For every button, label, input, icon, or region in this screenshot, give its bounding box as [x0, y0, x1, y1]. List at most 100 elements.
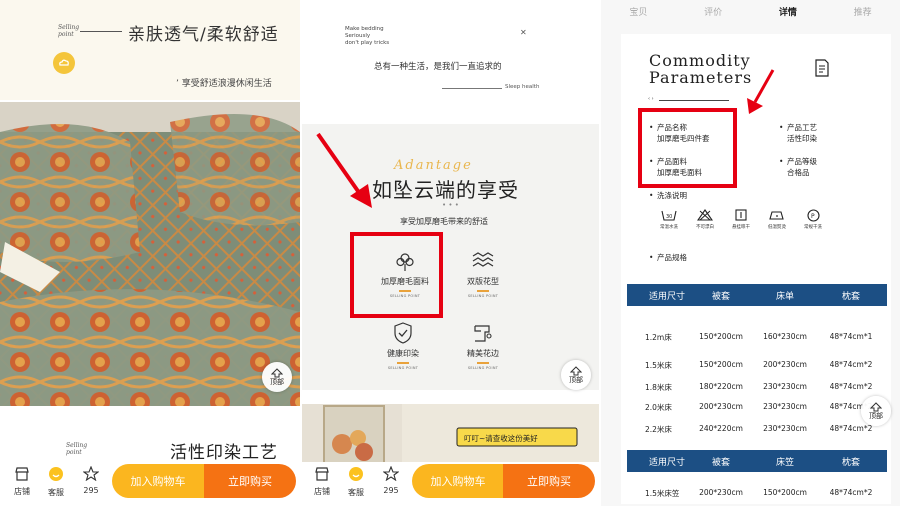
back-to-top-label: 顶部 [869, 412, 883, 420]
up-arrow-icon [271, 368, 283, 378]
store-button[interactable]: 店铺 [8, 466, 36, 497]
param-value: 合格品 [787, 168, 810, 177]
document-icon [814, 59, 830, 81]
param-grade: • 产品等级 合格品 [779, 157, 817, 177]
bedding-photo [0, 102, 300, 406]
wash-30-icon: 30 [651, 208, 687, 222]
intro-line-3: don't play tricks [345, 40, 390, 46]
bottom-action-bar: 店铺 客服 295 加入购物车 立即购买 [302, 462, 599, 506]
buy-now-button[interactable]: 立即购买 [204, 464, 296, 498]
smiley-service-icon [49, 467, 63, 481]
cell: 150*200cm [699, 332, 743, 341]
bottom-action-bar: 店铺 客服 295 加入购物车 立即购买 [0, 462, 300, 506]
col-header: 枕套 [841, 457, 860, 468]
param-value: 活性印染 [787, 134, 817, 143]
divider [80, 31, 122, 32]
cell: 150*200cm [699, 360, 743, 369]
dry-clean-icon: P [795, 208, 831, 222]
cell: 48*74cm*2 [829, 382, 873, 391]
store-button[interactable]: 店铺 [308, 466, 336, 497]
back-to-top-label: 顶部 [569, 376, 583, 384]
service-label: 客服 [348, 488, 364, 497]
highlight-box [350, 232, 443, 318]
service-button[interactable]: 客服 [42, 466, 70, 498]
accent-bar [477, 290, 489, 292]
wash-item: P 常规干洗 [795, 208, 831, 230]
detail-tabs: 宝贝 评价 详情 推荐 [601, 0, 900, 22]
cell: 160*230cm [763, 332, 807, 341]
store-icon [15, 467, 29, 481]
feature-label: 双版花型 [467, 277, 499, 286]
wash-item: 不可漂白 [687, 208, 723, 230]
cloud-badge-icon [53, 52, 75, 74]
back-to-top-label: 顶部 [270, 378, 284, 386]
detail-panel-left: Selling point 亲肤透气/柔软舒适 ’ 享受舒适浪漫休闲生活 顶部 … [0, 0, 300, 506]
cell: 200*230cm [699, 488, 743, 497]
feature-subtitle: ’ 享受舒适浪漫休闲生活 [176, 79, 272, 89]
add-to-cart-button[interactable]: 加入购物车 [412, 464, 504, 498]
detail-panel-middle: Make bedding Seriously don't play tricks… [302, 0, 599, 506]
parameters-title: Commodity Parameters [649, 52, 752, 86]
col-header: 适用尺寸 [648, 291, 685, 302]
wash-label-text: 洗涤说明 [657, 191, 687, 200]
buy-now-button[interactable]: 立即购买 [503, 464, 595, 498]
feature-label: 健康印染 [387, 349, 419, 358]
hang-dry-icon [723, 208, 759, 222]
intro-line-2: Seriously [345, 33, 371, 39]
red-arrow-annotation [316, 132, 372, 208]
advantage-heading: 如坠云端的享受 [372, 178, 519, 202]
sewing-machine-icon [448, 320, 518, 346]
wash-instructions-label: • 洗涤说明 [649, 191, 687, 200]
cell: 48*74cm*1 [829, 332, 873, 341]
table-row: 1.5米床笠 200*230cm 150*200cm 48*74cm*2 [627, 488, 897, 499]
table-row: 2.2米床 240*220cm 230*230cm 48*74cm*2 [627, 424, 897, 435]
favorite-button[interactable]: 295 [377, 465, 405, 495]
col-header: 床笠 [775, 457, 794, 468]
back-to-top-button[interactable]: 顶部 [561, 360, 591, 390]
size-table-header-2: 适用尺寸 被套 床笠 枕套 [627, 450, 887, 472]
param-craft: • 产品工艺 活性印染 [779, 123, 817, 143]
tab-reviews[interactable]: 评价 [704, 5, 722, 18]
back-to-top-button[interactable]: 顶部 [262, 362, 292, 392]
table-row: 1.5米床 150*200cm 200*230cm 48*74cm*2 [627, 360, 897, 371]
feature-item-dyeing: 健康印染 SELLING POINT [368, 320, 438, 370]
service-label: 客服 [48, 488, 64, 497]
add-to-cart-button[interactable]: 加入购物车 [112, 464, 204, 498]
dots-divider: • • • [442, 201, 459, 209]
sleep-health-label: Sleep health [505, 84, 540, 90]
decor-x-icon: ✕ [520, 28, 527, 37]
wash-item-label: 常温水洗 [660, 225, 678, 230]
shield-check-icon [368, 320, 438, 346]
wash-item-label: 不可漂白 [696, 225, 714, 230]
star-icon [82, 465, 100, 482]
feature-subtitle-text: 享受舒适浪漫休闲生活 [181, 79, 272, 89]
cell: 1.5米床笠 [645, 489, 680, 498]
tab-recommend[interactable]: 推荐 [854, 5, 872, 18]
accent-bar [397, 362, 409, 364]
divider [659, 100, 729, 101]
cell: 230*230cm [763, 382, 807, 391]
tab-details[interactable]: 详情 [779, 5, 797, 18]
cell: 180*220cm [699, 382, 743, 391]
col-header: 床单 [775, 291, 794, 302]
low-iron-icon [759, 208, 795, 222]
service-button[interactable]: 客服 [342, 466, 370, 498]
cell: 230*230cm [763, 402, 807, 411]
no-bleach-icon [687, 208, 723, 222]
cell: 1.8米床 [645, 383, 672, 392]
up-arrow-icon [570, 366, 582, 376]
param-label: 产品等级 [787, 157, 817, 166]
tab-item[interactable]: 宝贝 [629, 5, 647, 18]
intro-line-1: Make bedding [345, 26, 384, 32]
cell: 240*220cm [699, 424, 743, 433]
col-header: 适用尺寸 [648, 457, 685, 468]
advantage-script: Adantage [394, 158, 473, 173]
script-caption: Selling point [58, 24, 80, 38]
cell: 230*230cm [763, 424, 807, 433]
cell: 48*74cm*2 [829, 488, 873, 497]
cell: 1.5米床 [645, 361, 672, 370]
back-to-top-button[interactable]: 顶部 [861, 396, 891, 426]
favorites-count: 295 [83, 486, 99, 495]
favorite-button[interactable]: 295 [77, 465, 105, 495]
red-arrow-annotation [747, 69, 775, 114]
